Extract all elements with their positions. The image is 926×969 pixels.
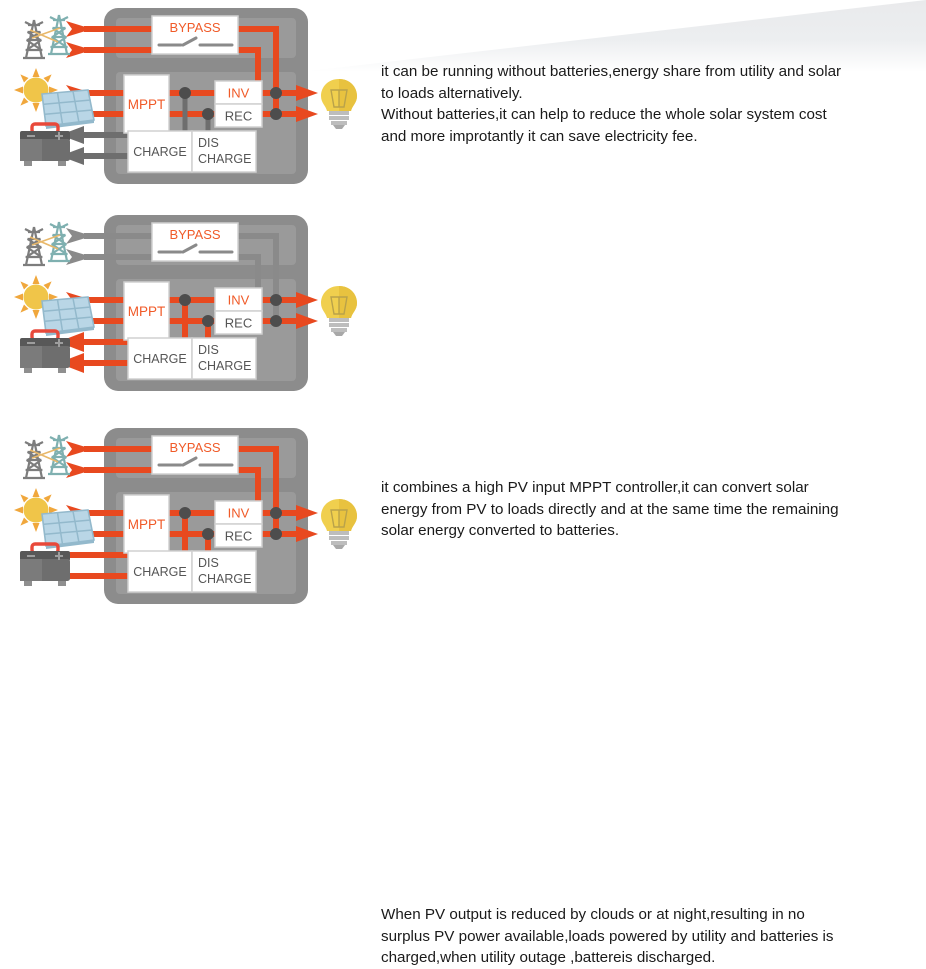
battery-icon xyxy=(18,122,72,168)
rec-block[interactable]: REC xyxy=(214,523,263,548)
panel-1-description: it can be running without batteries,ener… xyxy=(381,63,842,145)
bypass-block[interactable]: BYPASS xyxy=(151,222,239,262)
panel-3-description: When PV output is reduced by clouds or a… xyxy=(381,906,834,966)
discharge-label-line1: DIS xyxy=(198,343,219,357)
bypass-block[interactable]: BYPASS xyxy=(151,435,239,475)
charge-label: CHARGE xyxy=(133,352,186,366)
diagram-1: BYPASS MPPT INV REC CHARGE DIS CHARGE xyxy=(0,0,370,200)
charge-label: CHARGE xyxy=(133,145,186,159)
light-bulb-icon xyxy=(320,285,358,337)
bypass-block[interactable]: BYPASS xyxy=(151,15,239,55)
diagram-3: BYPASS MPPT INV REC CHARGE DIS CHARGE xyxy=(0,420,370,621)
bypass-label: BYPASS xyxy=(169,440,220,455)
solar-panel-sun-icon xyxy=(13,487,95,550)
power-transmission-tower-icon xyxy=(21,433,72,480)
bypass-label: BYPASS xyxy=(169,20,220,35)
charge-label: CHARGE xyxy=(133,565,186,579)
light-bulb-icon xyxy=(320,498,358,550)
charge-block[interactable]: CHARGE xyxy=(127,550,193,593)
rec-label: REC xyxy=(225,109,252,124)
light-bulb-icon xyxy=(320,78,358,130)
diagram-2: BYPASS MPPT INV REC CHARGE DIS CHARGE xyxy=(0,207,370,412)
mode-panel-1: BYPASS MPPT INV REC CHARGE DIS CHARGE it… xyxy=(0,0,926,200)
charge-block[interactable]: CHARGE xyxy=(127,130,193,173)
solar-panel-sun-icon xyxy=(13,67,95,130)
mppt-label: MPPT xyxy=(128,97,166,112)
rec-block[interactable]: REC xyxy=(214,103,263,128)
inv-label: INV xyxy=(228,293,250,308)
mppt-block[interactable]: MPPT xyxy=(123,494,170,554)
discharge-label-line1: DIS xyxy=(198,556,219,570)
battery-icon xyxy=(18,542,72,588)
inv-block[interactable]: INV xyxy=(214,80,263,105)
power-transmission-tower-icon xyxy=(21,13,72,60)
mppt-label: MPPT xyxy=(128,304,166,319)
mode-panel-2: BYPASS MPPT INV REC CHARGE DIS CHARGE it… xyxy=(0,207,926,539)
rec-label: REC xyxy=(225,316,252,331)
inv-label: INV xyxy=(228,506,250,521)
inv-block[interactable]: INV xyxy=(214,287,263,312)
solar-panel-sun-icon xyxy=(13,274,95,337)
bypass-label: BYPASS xyxy=(169,227,220,242)
discharge-label-line2: CHARGE xyxy=(198,152,251,166)
power-transmission-tower-icon xyxy=(21,220,72,267)
discharge-block[interactable]: DIS CHARGE xyxy=(191,130,257,173)
inv-block[interactable]: INV xyxy=(214,500,263,525)
battery-icon xyxy=(18,329,72,375)
rec-label: REC xyxy=(225,529,252,544)
charge-block[interactable]: CHARGE xyxy=(127,337,193,380)
mppt-block[interactable]: MPPT xyxy=(123,281,170,341)
discharge-label-line1: DIS xyxy=(198,136,219,150)
mppt-label: MPPT xyxy=(128,517,166,532)
discharge-label-line2: CHARGE xyxy=(198,359,251,373)
discharge-block[interactable]: DIS CHARGE xyxy=(191,550,257,593)
mode-panel-3: BYPASS MPPT INV REC CHARGE DIS CHARGE Wh… xyxy=(0,420,926,966)
discharge-label-line2: CHARGE xyxy=(198,572,251,586)
rec-block[interactable]: REC xyxy=(214,310,263,335)
inv-label: INV xyxy=(228,86,250,101)
mppt-block[interactable]: MPPT xyxy=(123,74,170,134)
discharge-block[interactable]: DIS CHARGE xyxy=(191,337,257,380)
